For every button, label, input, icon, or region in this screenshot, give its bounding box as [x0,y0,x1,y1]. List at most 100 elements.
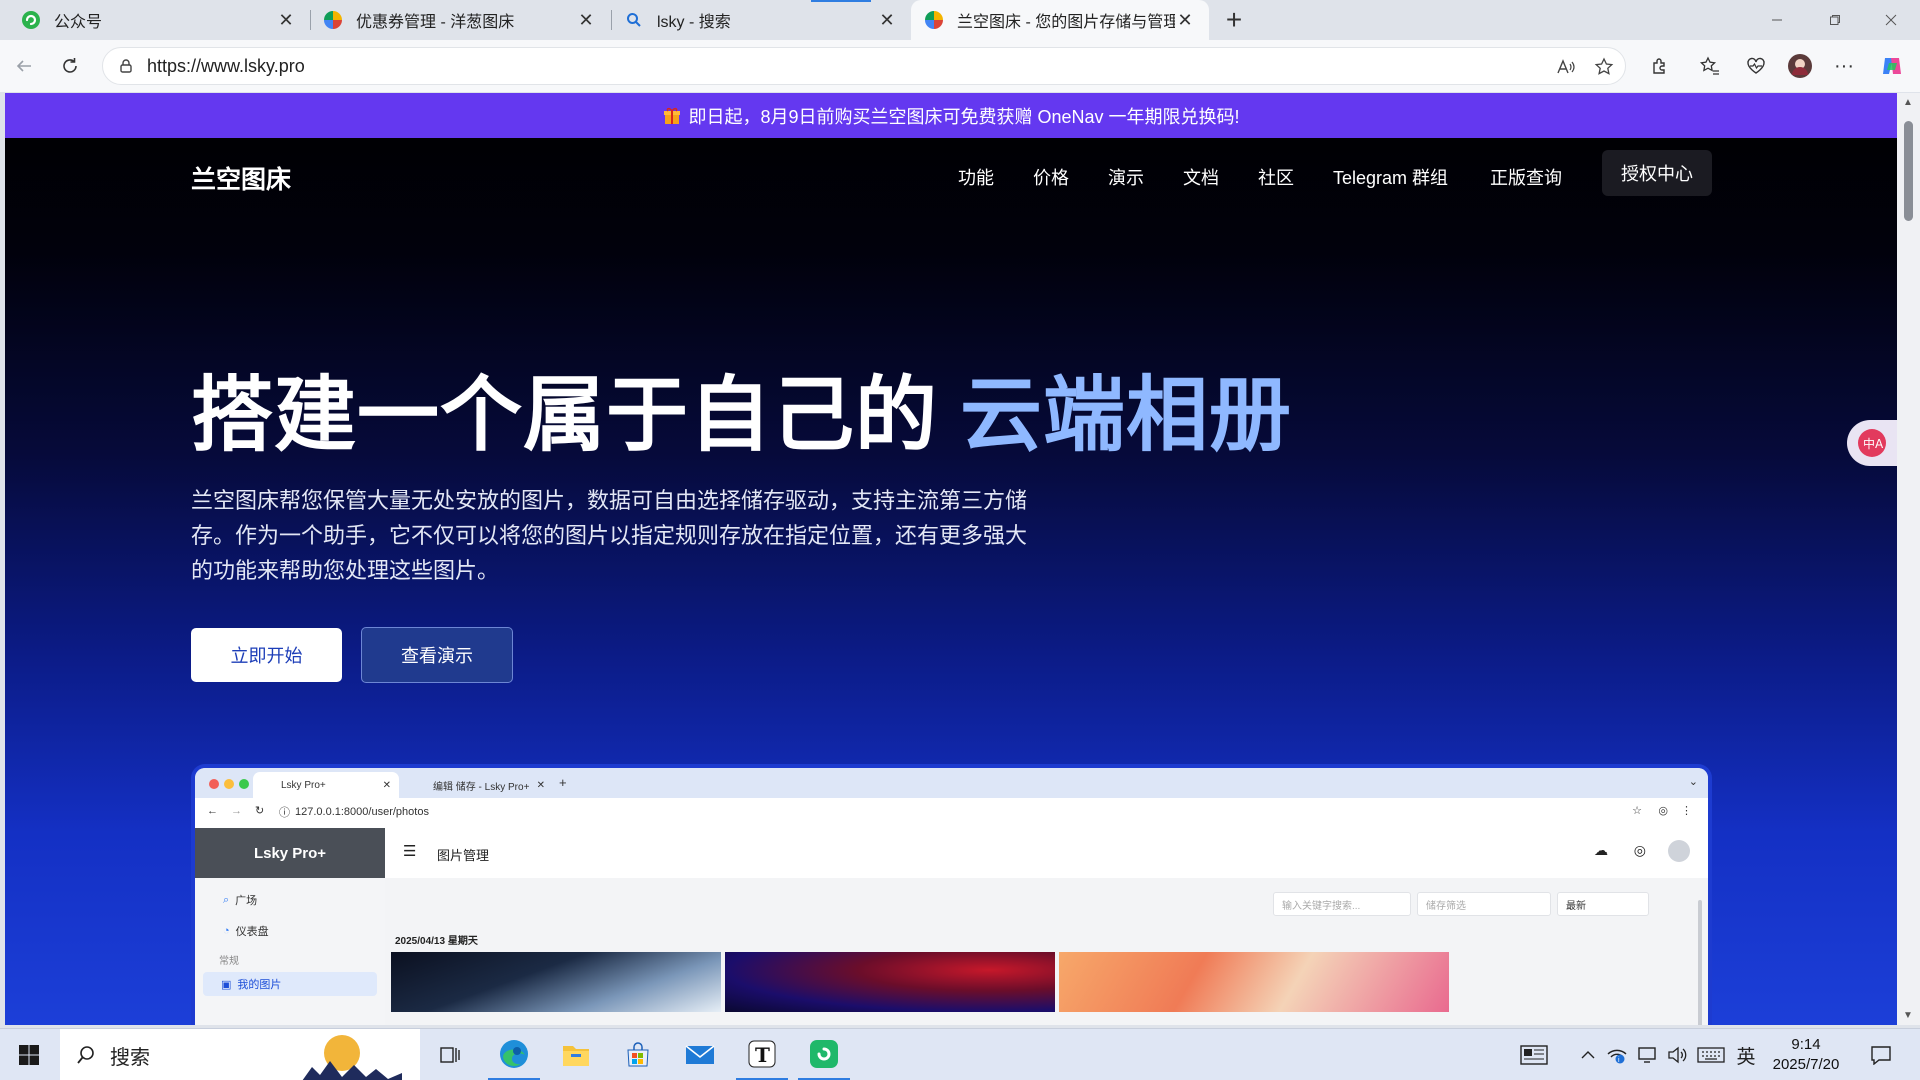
close-icon[interactable]: ✕ [276,10,296,30]
network-status-icon[interactable]: i [1604,1029,1630,1080]
edge-browser-icon[interactable] [488,1029,540,1080]
get-started-button[interactable]: 立即开始 [191,628,342,682]
tab-loading-indicator [811,0,871,2]
profile-avatar[interactable] [1784,50,1816,82]
favorite-star-icon[interactable] [1589,52,1619,82]
mock-main-panel: ☰ 图片管理 ☁ ◎ 输入关键字搜索... 储存筛选 最新 2025/04/13… [385,828,1708,1025]
promo-banner[interactable]: 即日起，8月9日前购买兰空图床可免费获赠 OneNav 一年期限兑换码! [5,93,1897,138]
url-input[interactable] [147,55,1447,77]
mock-sort-select: 最新 [1557,892,1649,916]
window-dot-yellow [224,779,234,789]
more-icon: ⋮ [1681,805,1692,817]
typora-icon[interactable]: T [736,1029,788,1080]
start-button[interactable] [0,1029,58,1080]
chevron-up-icon[interactable] [1576,1029,1600,1080]
address-bar[interactable] [102,47,1626,85]
forward-icon: → [231,805,242,817]
scroll-down-icon[interactable]: ▼ [1903,1010,1913,1021]
tab-title: lsky - 搜索 [657,14,731,31]
image-icon: ▣ [221,978,232,991]
scrollbar-thumb[interactable] [1904,121,1913,221]
mock-section-label: 常规 [219,956,239,967]
close-icon[interactable]: ✕ [877,10,897,30]
more-options-icon[interactable]: ··· [1828,50,1860,82]
system-clock[interactable]: 9:14 2025/7/20 [1758,1035,1854,1075]
nav-telegram[interactable]: Telegram 群组 [1333,164,1448,190]
search-highlight-illustration [302,1031,402,1080]
chevron-down-icon: ⌄ [1688,776,1698,788]
mock-sidebar: Lsky Pro+ ⌕ 广场 ◔ 仪表盘 常规 ▣ 我的图片 [195,828,385,1025]
scroll-up-icon[interactable]: ▲ [1903,97,1913,108]
translate-icon[interactable]: 中A [1847,420,1897,466]
mock-scrollbar [1698,900,1702,1025]
read-aloud-icon[interactable] [1551,52,1581,82]
search-icon [623,9,645,31]
promo-text: 即日起，8月9日前购买兰空图床可免费获赠 OneNav 一年期限兑换码! [688,106,1240,127]
nav-pricing[interactable]: 价格 [1033,164,1069,190]
mock-tab-title: 编辑 储存 - Lsky Pro+ [433,781,530,793]
hero-title-accent: 云端相册 [960,370,1293,461]
favorites-icon[interactable] [1694,50,1726,82]
mail-icon[interactable] [674,1029,726,1080]
window-dot-green [239,779,249,789]
nav-features[interactable]: 功能 [958,164,994,190]
tab-wechat[interactable]: 公众号 ✕ [0,0,310,40]
plus-icon: + [559,775,567,790]
close-window-button[interactable] [1862,0,1920,40]
license-center-button[interactable]: 授权中心 [1602,150,1712,196]
extensions-icon[interactable] [1644,50,1676,82]
mock-page-title: 图片管理 [437,848,490,863]
mock-search-input: 输入关键字搜索... [1273,892,1411,916]
svg-text:T: T [755,1043,770,1067]
close-icon[interactable]: ✕ [1175,10,1195,30]
clock-time: 9:14 [1791,1036,1821,1053]
microsoft-store-icon[interactable] [612,1029,664,1080]
notification-center-icon[interactable] [1858,1029,1904,1080]
pinwheel-icon [923,9,945,31]
photo-thumbnail-anime [1059,952,1449,1012]
nav-docs[interactable]: 文档 [1183,164,1219,190]
tab-search[interactable]: lsky - 搜索 ✕ [611,0,911,40]
close-icon[interactable]: ✕ [576,10,596,30]
lock-icon[interactable] [115,55,137,77]
copilot-icon[interactable] [1876,50,1908,82]
nav-community[interactable]: 社区 [1258,164,1294,190]
search-icon [76,1045,96,1065]
app-screenshot-preview: Lsky Pro+ ✕ 编辑 储存 - Lsky Pro+ ✕ + ⌄ ← → … [191,764,1712,1025]
tab-title: 优惠券管理 - 洋葱图床 [356,14,515,31]
view-demo-button[interactable]: 查看演示 [361,627,513,683]
new-tab-button[interactable]: + [1218,4,1250,36]
mock-menu-label: 广场 [235,895,258,907]
search-icon: ⌕ [223,893,230,906]
green-app-icon[interactable] [798,1029,850,1080]
photo-thumbnail-earth [391,952,721,1012]
display-icon[interactable] [1634,1029,1660,1080]
site-logo[interactable]: 兰空图床 [191,160,291,196]
refresh-icon: ↻ [255,805,265,817]
keyboard-icon[interactable] [1694,1029,1728,1080]
task-view-button[interactable] [428,1029,472,1080]
refresh-button[interactable] [54,50,86,82]
site-navbar: 兰空图床 功能 价格 演示 文档 社区 Telegram 群组 正版查询 授权中… [5,138,1897,218]
news-widget-icon[interactable] [1514,1029,1554,1080]
svg-text:中A: 中A [1863,436,1884,451]
info-icon: ⓘ [279,807,290,819]
tab-lsky-pro[interactable]: 兰空图床 - 您的图片存储与管理解 ✕ [911,0,1209,40]
mock-menu-item: ◔ 仪表盘 [223,923,269,939]
layers-icon: ◎ [1633,842,1646,858]
page-scrollbar[interactable]: ▲ ▼ [1897,93,1920,1025]
volume-icon[interactable] [1664,1029,1690,1080]
minimize-button[interactable] [1748,0,1806,40]
restore-button[interactable] [1806,0,1864,40]
back-button[interactable] [8,50,40,82]
mock-tab: Lsky Pro+ ✕ [253,772,399,798]
tab-coupon-management[interactable]: 优惠券管理 - 洋葱图床 ✕ [310,0,610,40]
file-explorer-icon[interactable] [550,1029,602,1080]
taskbar-search[interactable]: 搜索 [60,1029,420,1080]
clock-date: 2025/7/20 [1772,1056,1840,1073]
nav-license-check[interactable]: 正版查询 [1490,164,1562,190]
window-dot-red [209,779,219,789]
nav-demo[interactable]: 演示 [1108,164,1144,190]
back-icon: ← [207,805,218,817]
health-heart-icon[interactable] [1740,50,1772,82]
